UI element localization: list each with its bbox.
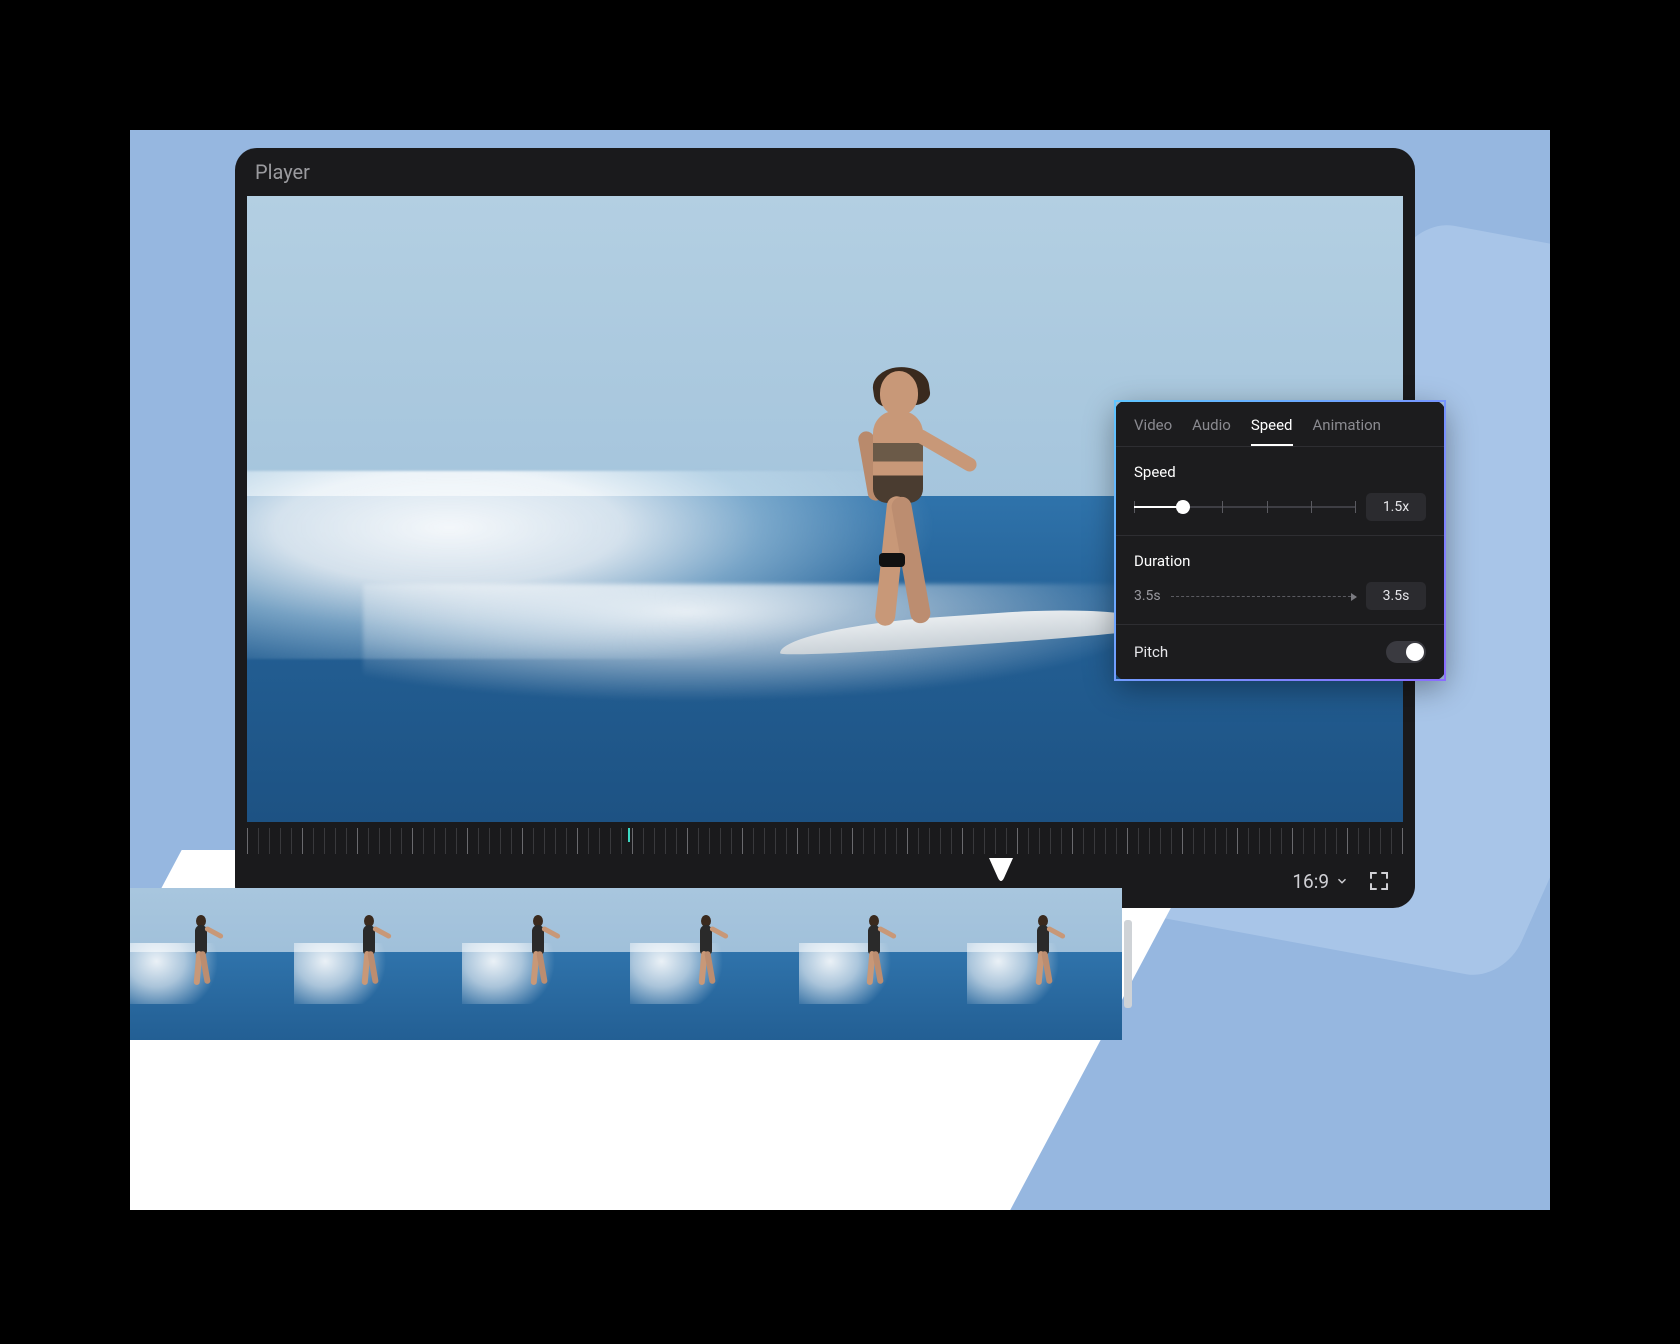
speed-slider-thumb[interactable] [1176, 500, 1190, 514]
preview-surfer [825, 371, 965, 671]
speed-section: Speed 1.5x [1116, 446, 1444, 535]
timeline-ruler[interactable] [247, 828, 1403, 854]
duration-section: Duration 3.5s 3.5s [1116, 535, 1444, 624]
aspect-ratio-select[interactable]: 16:9 [1292, 870, 1349, 893]
duration-from-value: 3.5s [1134, 588, 1161, 604]
clip-thumbnail [617, 888, 785, 1040]
timeline-clip[interactable] [130, 888, 1132, 1040]
clip-thumbnail [449, 888, 617, 1040]
fullscreen-button[interactable] [1367, 869, 1391, 893]
speed-slider[interactable] [1134, 496, 1356, 518]
speed-value-input[interactable]: 1.5x [1366, 493, 1426, 521]
clip-thumbnail [130, 888, 280, 1040]
clip-thumbnail [954, 888, 1122, 1040]
clip-thumbnails [130, 888, 1122, 1040]
duration-to-input[interactable]: 3.5s [1366, 582, 1426, 610]
editor-canvas: Player 16:9 [130, 130, 1550, 1210]
aspect-ratio-value: 16:9 [1292, 870, 1329, 893]
player-title: Player [255, 160, 310, 184]
pitch-toggle[interactable] [1386, 641, 1426, 663]
properties-tabs: Video Audio Speed Animation [1116, 402, 1444, 446]
pitch-row: Pitch [1116, 624, 1444, 679]
tab-speed[interactable]: Speed [1251, 416, 1293, 446]
ruler-playhead-marker[interactable] [628, 828, 630, 842]
preview-wave [363, 584, 1172, 722]
tab-video[interactable]: Video [1134, 416, 1172, 446]
duration-label: Duration [1134, 552, 1426, 570]
chevron-down-icon [1335, 874, 1349, 888]
speed-label: Speed [1134, 463, 1426, 481]
clip-thumbnail [280, 888, 448, 1040]
clip-trim-handle-right[interactable] [1124, 920, 1132, 1008]
toggle-knob [1406, 643, 1424, 661]
pitch-label: Pitch [1134, 643, 1168, 661]
clip-thumbnail [785, 888, 953, 1040]
arrow-right-icon [1171, 596, 1356, 597]
player-titlebar: Player [235, 148, 1415, 196]
tab-animation[interactable]: Animation [1313, 416, 1381, 446]
tab-audio[interactable]: Audio [1192, 416, 1231, 446]
properties-panel: Video Audio Speed Animation Speed 1.5x Dura… [1114, 400, 1446, 681]
